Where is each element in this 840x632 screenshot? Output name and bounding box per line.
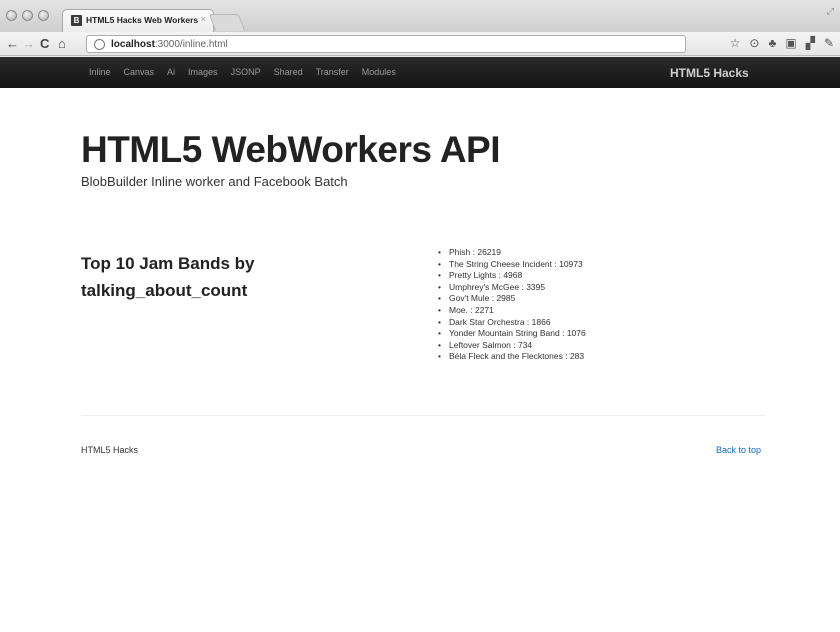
- close-window-button[interactable]: [6, 10, 17, 21]
- back-to-top-link[interactable]: Back to top: [716, 445, 761, 455]
- section-title: Top 10 Jam Bands by talking_about_count: [81, 254, 255, 300]
- extension-icon[interactable]: ⊙: [749, 36, 759, 50]
- footer-divider: [81, 415, 766, 416]
- list-item: Yonder Mountain String Band : 1076: [436, 328, 586, 340]
- address-bar[interactable]: localhost:3000/inline.html: [86, 35, 686, 53]
- favicon-icon: B: [71, 15, 82, 26]
- zoom-window-button[interactable]: [38, 10, 49, 21]
- bookmark-star-icon[interactable]: ☆: [730, 36, 741, 50]
- nav-links: Inline Canvas Ai Images JSONP Shared Tra…: [89, 67, 396, 77]
- nav-link-shared[interactable]: Shared: [274, 67, 303, 77]
- nav-link-canvas[interactable]: Canvas: [124, 67, 155, 77]
- list-item: Umphrey's McGee : 3395: [436, 282, 586, 294]
- nav-link-inline[interactable]: Inline: [89, 67, 111, 77]
- list-item: The String Cheese Incident : 10973: [436, 259, 586, 271]
- brand-link[interactable]: HTML5 Hacks: [670, 66, 749, 80]
- nav-link-images[interactable]: Images: [188, 67, 218, 77]
- globe-icon: [94, 39, 105, 50]
- page-subtitle: BlobBuilder Inline worker and Facebook B…: [81, 174, 348, 189]
- wrench-icon[interactable]: ✎: [824, 36, 834, 50]
- list-item: Gov't Mule : 2985: [436, 293, 586, 305]
- list-item: Pretty Lights : 4968: [436, 270, 586, 282]
- extension-icon[interactable]: ▞: [806, 36, 815, 50]
- nav-link-modules[interactable]: Modules: [362, 67, 396, 77]
- list-item: Leftover Salmon : 734: [436, 340, 586, 352]
- home-icon[interactable]: ⌂: [58, 36, 66, 51]
- back-icon[interactable]: ←: [6, 36, 19, 51]
- nav-link-transfer[interactable]: Transfer: [316, 67, 349, 77]
- minimize-window-button[interactable]: [22, 10, 33, 21]
- page-viewport: Inline Canvas Ai Images JSONP Shared Tra…: [0, 57, 840, 632]
- nav-link-jsonp[interactable]: JSONP: [231, 67, 261, 77]
- browser-tab[interactable]: B HTML5 Hacks Web Workers ×: [62, 9, 214, 32]
- page-title: HTML5 WebWorkers API: [81, 129, 501, 170]
- tab-title: HTML5 Hacks Web Workers: [86, 15, 199, 25]
- forward-icon[interactable]: →: [22, 36, 35, 51]
- nav-link-ai[interactable]: Ai: [167, 67, 175, 77]
- fullscreen-icon[interactable]: ⤢: [827, 6, 834, 17]
- extension-icon[interactable]: ▣: [785, 36, 796, 50]
- band-list: Phish : 26219 The String Cheese Incident…: [436, 247, 586, 363]
- url-text: localhost:3000/inline.html: [111, 39, 228, 50]
- new-tab-button[interactable]: [208, 14, 246, 31]
- list-item: Béla Fleck and the Flecktones : 283: [436, 351, 586, 363]
- url-path: :3000/inline.html: [154, 39, 228, 50]
- list-item: Dark Star Orchestra : 1866: [436, 317, 586, 329]
- extension-icon[interactable]: ♣: [768, 36, 776, 50]
- browser-toolbar: ← → C ⌂ localhost:3000/inline.html ☆ ⊙ ♣…: [0, 32, 840, 56]
- url-host: localhost: [111, 39, 155, 50]
- reload-icon[interactable]: C: [40, 36, 49, 51]
- list-item: Moe. : 2271: [436, 305, 586, 317]
- toolbar-icons: ☆ ⊙ ♣ ▣ ▞ ✎: [730, 36, 834, 50]
- footer-text: HTML5 Hacks: [81, 445, 139, 455]
- tab-close-icon[interactable]: ×: [201, 14, 206, 24]
- site-navbar: Inline Canvas Ai Images JSONP Shared Tra…: [0, 57, 840, 88]
- window-titlebar: B HTML5 Hacks Web Workers × ⤢: [0, 0, 840, 32]
- list-item: Phish : 26219: [436, 247, 586, 259]
